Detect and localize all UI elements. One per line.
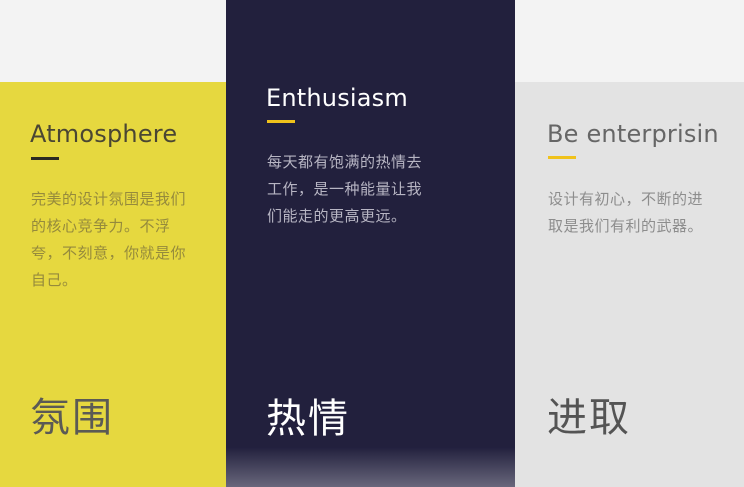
card-atmosphere: Atmosphere 完美的设计氛围是我们的核心竞争力。不浮夸，不刻意，你就是你… xyxy=(0,82,226,487)
title-underline xyxy=(31,157,59,160)
card-description: 完美的设计氛围是我们的核心竞争力。不浮夸，不刻意，你就是你自己。 xyxy=(31,190,187,289)
card-chinese-title: 热情 xyxy=(266,396,350,442)
title-underline xyxy=(548,156,576,159)
card-english-title: Be enterprisin xyxy=(547,120,719,148)
card-chinese-title: 进取 xyxy=(547,395,631,441)
title-underline xyxy=(267,120,295,123)
card-enterprising: Be enterprisin 设计有初心，不断的进取是我们有利的武器。 进取 xyxy=(515,82,744,487)
card-enthusiasm: Enthusiasm 每天都有饱满的热情去工作，是一种能量让我们能走的更高更远。… xyxy=(226,0,515,487)
card-english-title: Atmosphere xyxy=(30,120,178,148)
values-showcase: Atmosphere 完美的设计氛围是我们的核心竞争力。不浮夸，不刻意，你就是你… xyxy=(0,0,744,487)
card-chinese-title: 氛围 xyxy=(30,395,114,441)
card-description: 设计有初心，不断的进取是我们有利的武器。 xyxy=(548,190,704,235)
card-english-title: Enthusiasm xyxy=(266,84,408,112)
card-description: 每天都有饱满的热情去工作，是一种能量让我们能走的更高更远。 xyxy=(267,153,423,225)
